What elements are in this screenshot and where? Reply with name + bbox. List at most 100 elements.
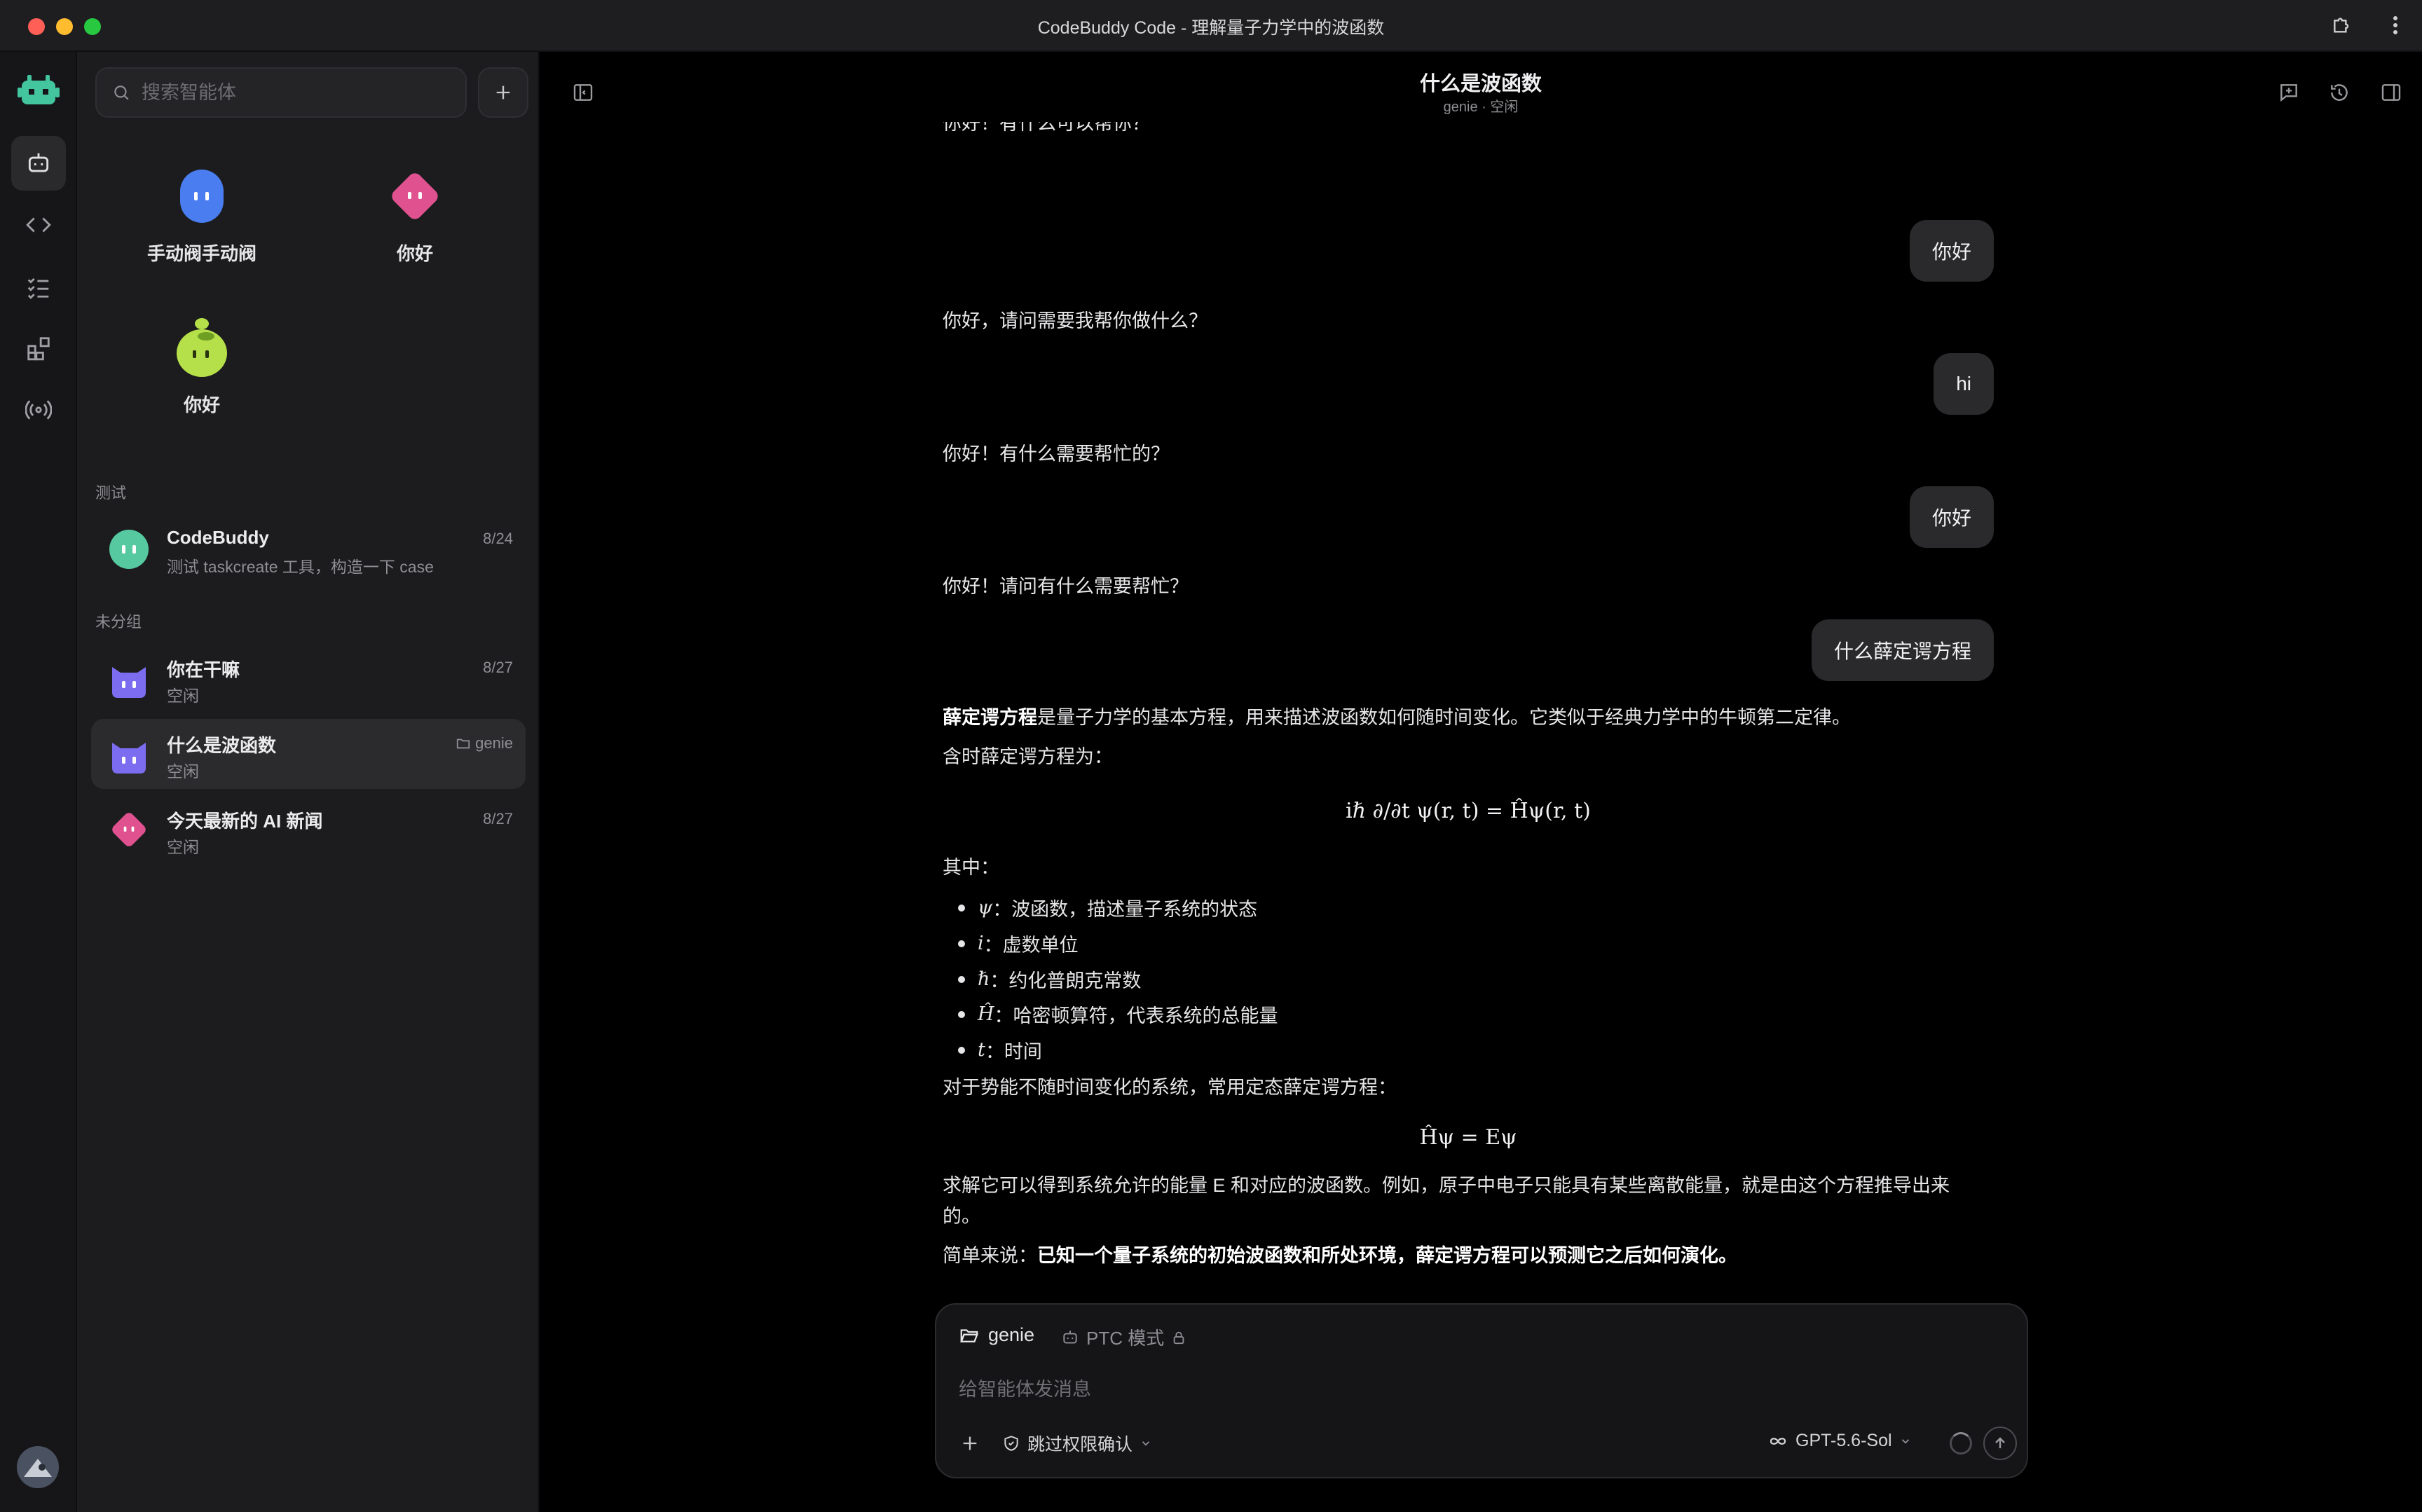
conversation-item-active[interactable]: 什么是波函数 空闲 genie <box>91 719 526 789</box>
user-message: 你好 <box>1909 220 1994 282</box>
conversation-date: 8/27 <box>483 659 513 676</box>
workspace-folder-label: genie <box>988 1324 1035 1345</box>
bullet-text: ：哈密顿算符，代表系统的总能量 <box>994 1005 1278 1026</box>
conversation-title: 什么是波函数 <box>167 735 277 756</box>
conversation-title: CodeBuddy <box>167 527 269 548</box>
bullet-item: i ：虚数单位 <box>958 930 1079 957</box>
group-label: 测试 <box>95 484 127 502</box>
answer-time-dependent: 含时薛定谔方程为： <box>943 746 1113 767</box>
rail-agents[interactable] <box>11 136 66 191</box>
ptc-mode-label: PTC 模式 <box>1086 1328 1165 1349</box>
bullet-symbol: i <box>978 933 984 954</box>
new-agent-button[interactable] <box>478 67 528 118</box>
send-button[interactable] <box>1983 1427 2017 1460</box>
new-chat-button[interactable] <box>2273 77 2304 108</box>
toggle-right-panel-button[interactable] <box>2376 77 2407 108</box>
bullet-text: ：波函数，描述量子系统的状态 <box>992 899 1258 920</box>
bullet-item: ℏ ：约化普朗克常数 <box>958 965 1141 993</box>
model-label: GPT-5.6-Sol <box>1795 1431 1892 1450</box>
folder-tag-label: genie <box>475 734 513 752</box>
bullet-symbol: ψ <box>978 897 993 919</box>
answer-intro: 薛定谔方程是量子力学的基本方程，用来描述波函数如何随时间变化。它类似于经典力学中… <box>943 702 1994 733</box>
conversation-avatar <box>107 731 151 776</box>
user-message: 你好 <box>1909 486 1994 548</box>
answer-intro-rest: 是量子力学的基本方程，用来描述波函数如何随时间变化。它类似于经典力学中的牛顿第二… <box>1037 707 1851 728</box>
folder-open-icon <box>960 1328 978 1342</box>
bullet-symbol: ℏ <box>978 968 990 990</box>
conversation-date: 8/27 <box>483 810 513 827</box>
main-panel: 什么是波函数 genie · 空闲 你好！有什么可以帮你？ 你好 你好，请问需要… <box>540 52 2422 1512</box>
agent-card[interactable]: 手动阀手动阀 <box>118 163 286 282</box>
conversation-subtitle: 测试 taskcreate 工具，构造一下 case <box>167 558 434 576</box>
rail-tasks[interactable] <box>11 259 66 314</box>
agent-avatar <box>381 163 449 230</box>
bullet-item: t ：时间 <box>958 1036 1042 1064</box>
assistant-message: 你好，请问需要我帮你做什么？ <box>943 310 1207 331</box>
history-button[interactable] <box>2324 77 2355 108</box>
user-avatar[interactable] <box>17 1446 59 1488</box>
teal-mascot-icon <box>109 530 149 569</box>
equation-time-dependent: iℏ ∂/∂t ψ(r, t) = Ĥψ(r, t) <box>1346 799 1591 823</box>
chevron-down-icon <box>1142 1441 1150 1446</box>
agent-label: 手动阀手动阀 <box>146 243 256 264</box>
agent-avatar <box>168 163 235 230</box>
message-input[interactable] <box>959 1372 1996 1407</box>
answer-intro-bold: 薛定谔方程 <box>943 707 1037 728</box>
app-logo[interactable] <box>11 63 66 118</box>
model-selector[interactable]: GPT-5.6-Sol <box>1767 1431 1912 1451</box>
conversation-folder-tag: genie <box>456 734 513 752</box>
panel-right-icon <box>2381 84 2401 101</box>
agent-search[interactable] <box>95 67 467 118</box>
conversation-item[interactable]: CodeBuddy 测试 taskcreate 工具，构造一下 case 8/2… <box>91 514 526 584</box>
assistant-message: 你好！有什么可以帮你？ <box>943 122 1151 134</box>
permission-dropdown[interactable]: 跳过权限确认 <box>1002 1431 1152 1456</box>
ptc-mode-toggle[interactable]: PTC 模式 <box>1061 1324 1186 1350</box>
conversation-title: 你在干嘛 <box>167 659 240 680</box>
search-icon <box>114 85 129 100</box>
conversation-subtitle: 空闲 <box>167 687 199 705</box>
icon-rail <box>0 52 77 1512</box>
sidebar: 手动阀手动阀 你好 你好 测试 CodeBuddy 测试 taskcreate … <box>77 52 540 1512</box>
conversation-item[interactable]: 你在干嘛 空闲 8/27 <box>91 643 526 713</box>
conversation-subtitle: 空闲 <box>167 762 199 781</box>
extensions-button[interactable] <box>2327 11 2358 39</box>
message-composer: genie PTC 模式 跳过权限确认 GPT-5.6-Sol <box>935 1303 2028 1478</box>
arrow-up-icon <box>1995 1437 2005 1448</box>
chat-transcript: 你好！有什么可以帮你？ 你好 你好，请问需要我帮你做什么？ hi 你好！有什么需… <box>943 122 1994 1306</box>
more-menu-button[interactable] <box>2383 11 2408 39</box>
equation-stationary: Ĥψ = Eψ <box>1419 1125 1517 1150</box>
assistant-message: 你好！请问有什么需要帮忙？ <box>943 576 1189 597</box>
title-bar: CodeBuddy Code - 理解量子力学中的波函数 <box>0 0 2422 52</box>
answer-solve-line1: 求解它可以得到系统允许的能量 E 和对应的波函数。例如，原子中电子只能具有某些离… <box>943 1175 1950 1196</box>
summary-bold: 已知一个量子系统的初始波函数和所处环境，薛定谔方程可以预测它之后如何演化。 <box>1037 1245 1737 1266</box>
conversation-item[interactable]: 今天最新的 AI 新闻 空闲 8/27 <box>91 795 526 865</box>
agent-card[interactable]: 你好 <box>118 314 286 433</box>
agent-label: 你好 <box>183 394 220 415</box>
page-title: 什么是波函数 <box>1419 73 1542 95</box>
rail-plugins[interactable] <box>11 321 66 376</box>
pink-diamond-mascot-icon <box>392 173 438 219</box>
summary-prefix: 简单来说： <box>943 1245 1037 1266</box>
robot-logo-icon <box>18 75 60 104</box>
avatar-image-icon <box>17 1446 59 1488</box>
agent-avatar <box>168 314 235 381</box>
answer-where: 其中： <box>943 857 999 878</box>
conversation-avatar <box>107 807 151 852</box>
agent-card[interactable]: 你好 <box>331 163 499 282</box>
checklist-icon <box>27 277 49 299</box>
bullet-symbol: t <box>978 1039 985 1061</box>
search-input[interactable] <box>142 81 436 104</box>
user-message: 什么薛定谔方程 <box>1811 619 1994 681</box>
rail-code[interactable] <box>11 198 66 252</box>
purple-cat-mascot-icon <box>112 743 146 774</box>
rail-broadcast[interactable] <box>11 383 66 437</box>
bullet-text: ：约化普朗克常数 <box>990 970 1142 991</box>
more-vertical-icon <box>2393 16 2397 34</box>
user-message: hi <box>1934 353 1994 415</box>
blue-mascot-icon <box>180 170 224 223</box>
shield-check-icon <box>1004 1436 1018 1451</box>
permission-label: 跳过权限确认 <box>1027 1435 1133 1455</box>
bullet-item: ψ ：波函数，描述量子系统的状态 <box>958 894 1257 921</box>
workspace-folder-button[interactable]: genie <box>959 1324 1034 1346</box>
attach-button[interactable] <box>955 1428 985 1459</box>
